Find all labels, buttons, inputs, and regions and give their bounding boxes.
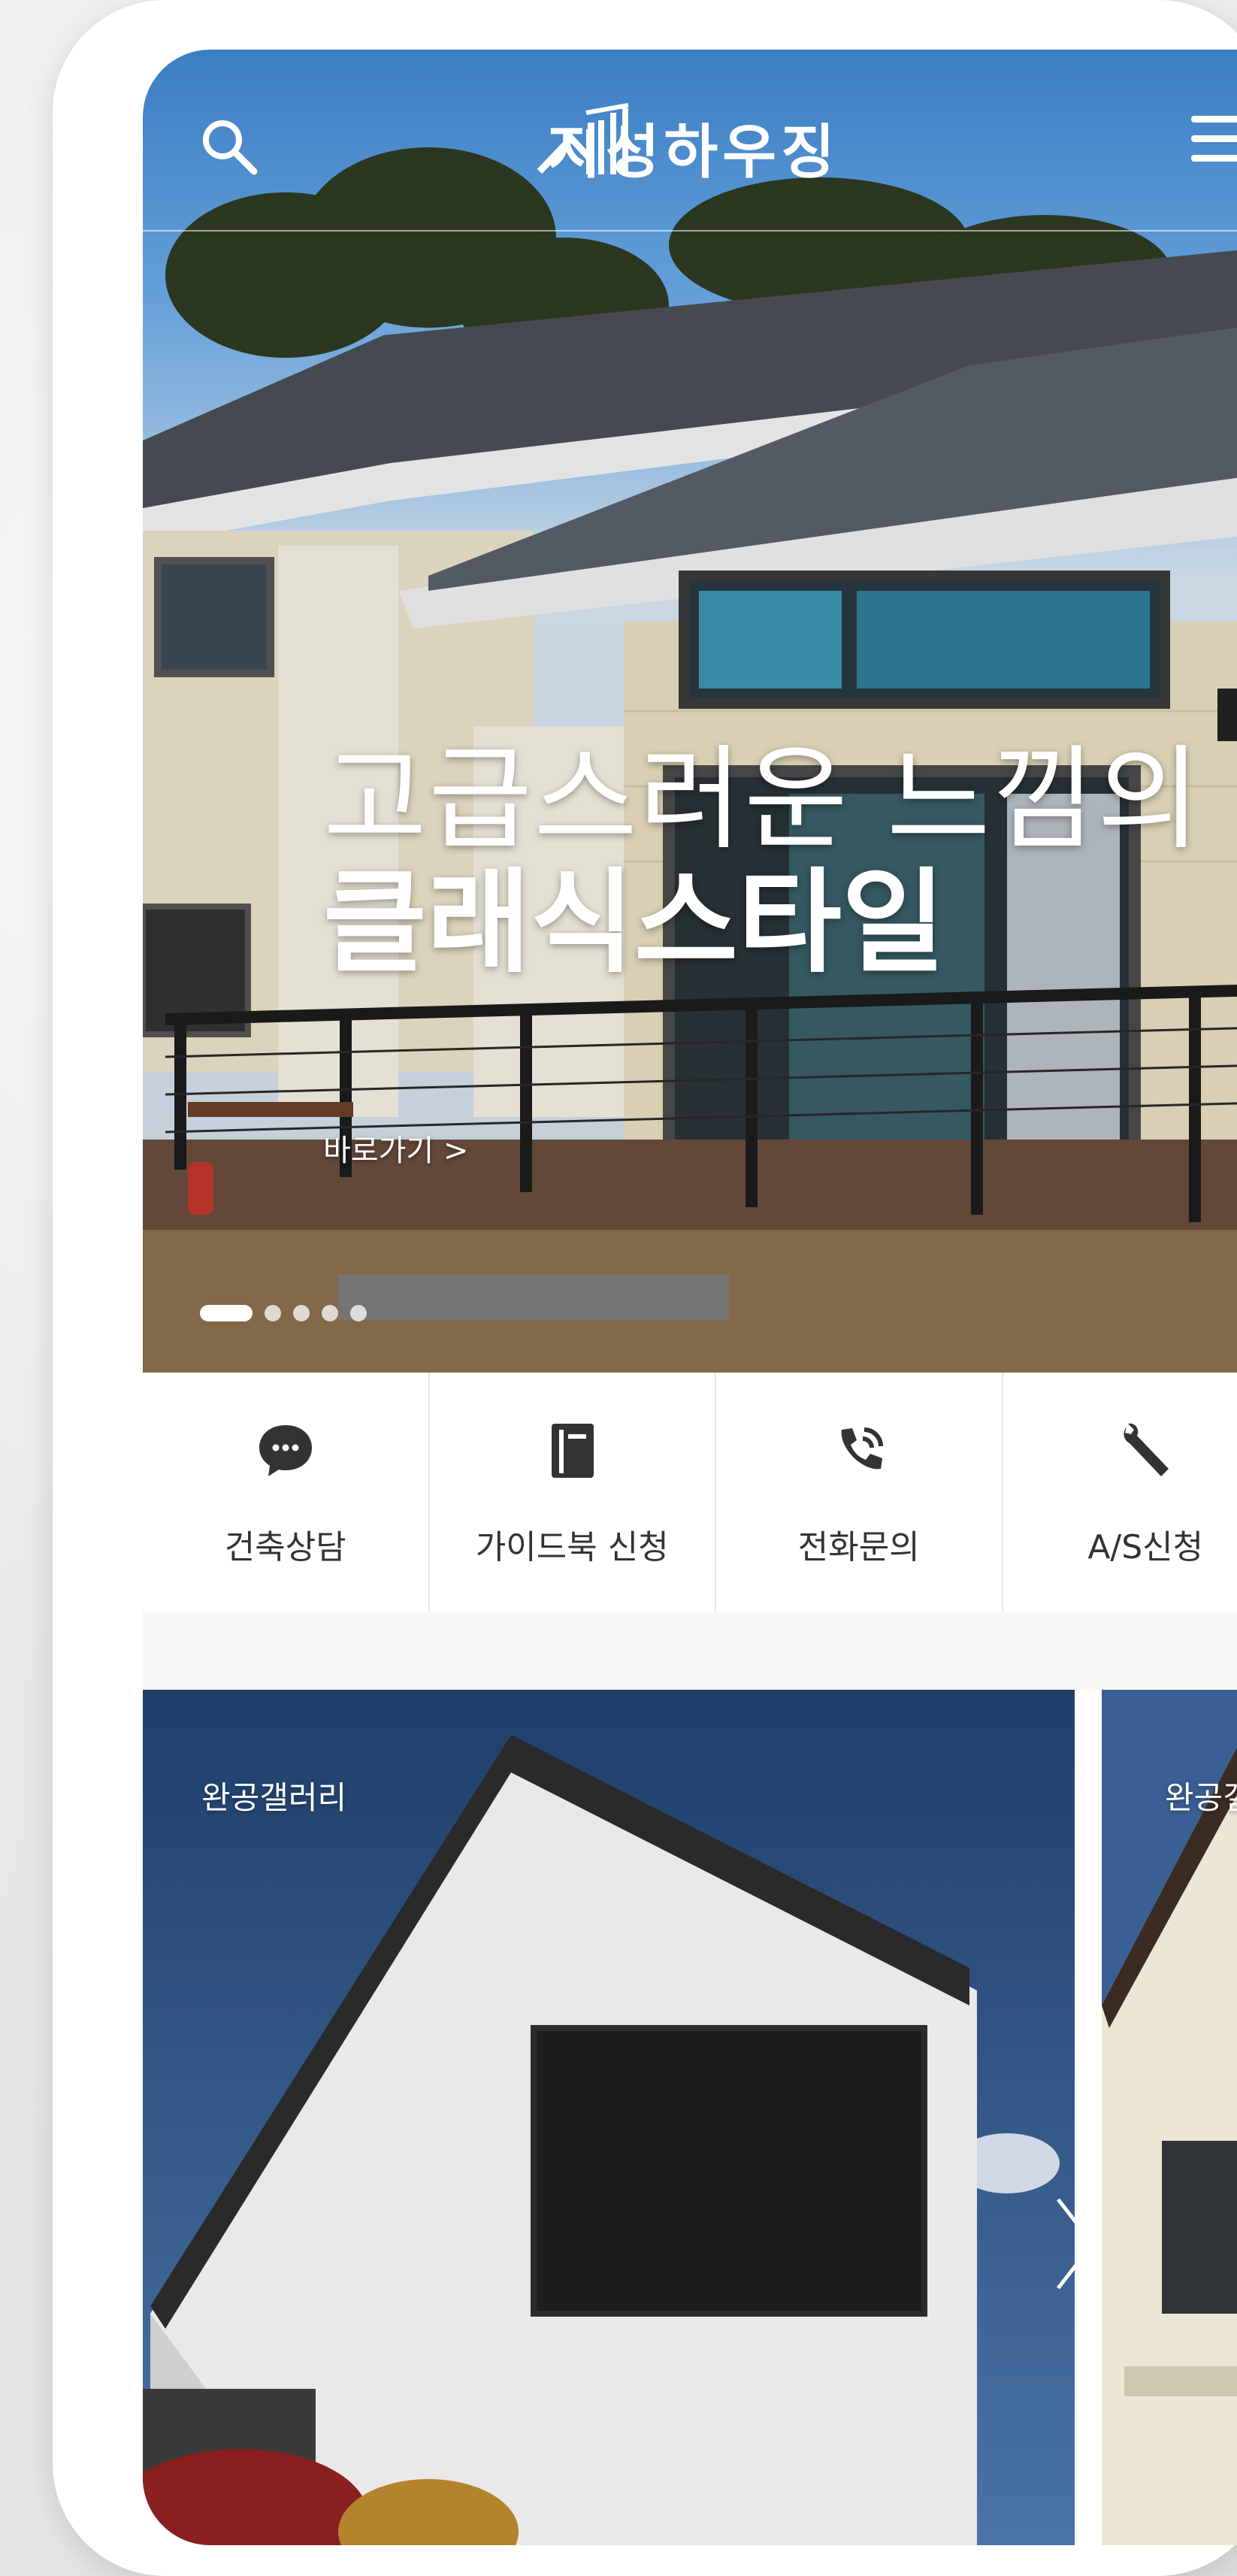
quick-item-label: A/S신청 <box>1087 1528 1204 1566</box>
phone-icon <box>841 1427 883 1470</box>
quick-item-label: 건축상담 <box>224 1528 346 1566</box>
book-icon <box>552 1424 594 1478</box>
search-icon <box>203 120 258 175</box>
search-button[interactable] <box>195 113 263 180</box>
hero-go-link[interactable]: 바로가기 > <box>323 1126 468 1170</box>
menu-button[interactable] <box>1191 116 1237 168</box>
gallery-card-label: 완공갤러리 <box>201 1779 347 1816</box>
slide-dot-4[interactable] <box>322 1305 338 1321</box>
wrench-icon <box>1124 1423 1169 1476</box>
slide-dot-5[interactable] <box>350 1305 367 1321</box>
phone-frame: 지성하우징 고급스러운 느낌의 클래식스타일 바로가기 > 건축상담 가이드북 … <box>53 0 1237 2576</box>
app-header: 지성하우징 <box>143 50 1237 232</box>
house-logo-icon <box>537 103 629 174</box>
gallery-card-label: 완공갤러리 <box>1165 1779 1237 1816</box>
chevron-right-icon <box>1057 2198 1096 2290</box>
slide-indicator <box>200 1305 379 1321</box>
gallery-next-button[interactable] <box>1052 2195 1097 2293</box>
quick-item-label: 가이드북 신청 <box>475 1528 669 1566</box>
quick-item-label: 전화문의 <box>797 1528 920 1566</box>
hero-photo <box>143 50 1237 1373</box>
app-screen: 지성하우징 고급스러운 느낌의 클래식스타일 바로가기 > 건축상담 가이드북 … <box>143 50 1237 2545</box>
slide-dot-1[interactable] <box>200 1305 253 1321</box>
quick-item-as[interactable]: A/S신청 <box>1003 1373 1237 1612</box>
gallery-card[interactable]: 완공갤러리 <box>143 1690 1075 2545</box>
hero-title-line2: 클래식스타일 <box>323 857 946 988</box>
hero-headline: 고급스러운 느낌의 클래식스타일 <box>323 734 1202 988</box>
slide-dot-3[interactable] <box>293 1305 310 1321</box>
gallery-carousel: 완공갤러리 완공갤러리 <box>143 1690 1237 2545</box>
quick-item-consult[interactable]: 건축상담 <box>143 1373 430 1612</box>
hero-title-line1: 고급스러운 느낌의 <box>323 734 1202 865</box>
quick-menu: 건축상담 가이드북 신청 전화문의 A/S신청 <box>143 1373 1237 1613</box>
quick-item-phone[interactable]: 전화문의 <box>716 1373 1003 1612</box>
quick-item-guidebook[interactable]: 가이드북 신청 <box>430 1373 716 1612</box>
hamburger-menu-icon <box>1191 116 1237 162</box>
chat-bubble-icon <box>259 1425 312 1476</box>
gallery-card[interactable]: 완공갤러리 <box>1102 1690 1237 2545</box>
brand-logo[interactable]: 지성하우징 <box>534 102 839 192</box>
slide-dot-2[interactable] <box>265 1305 281 1321</box>
hero-banner[interactable]: 지성하우징 고급스러운 느낌의 클래식스타일 바로가기 > <box>143 50 1237 1373</box>
